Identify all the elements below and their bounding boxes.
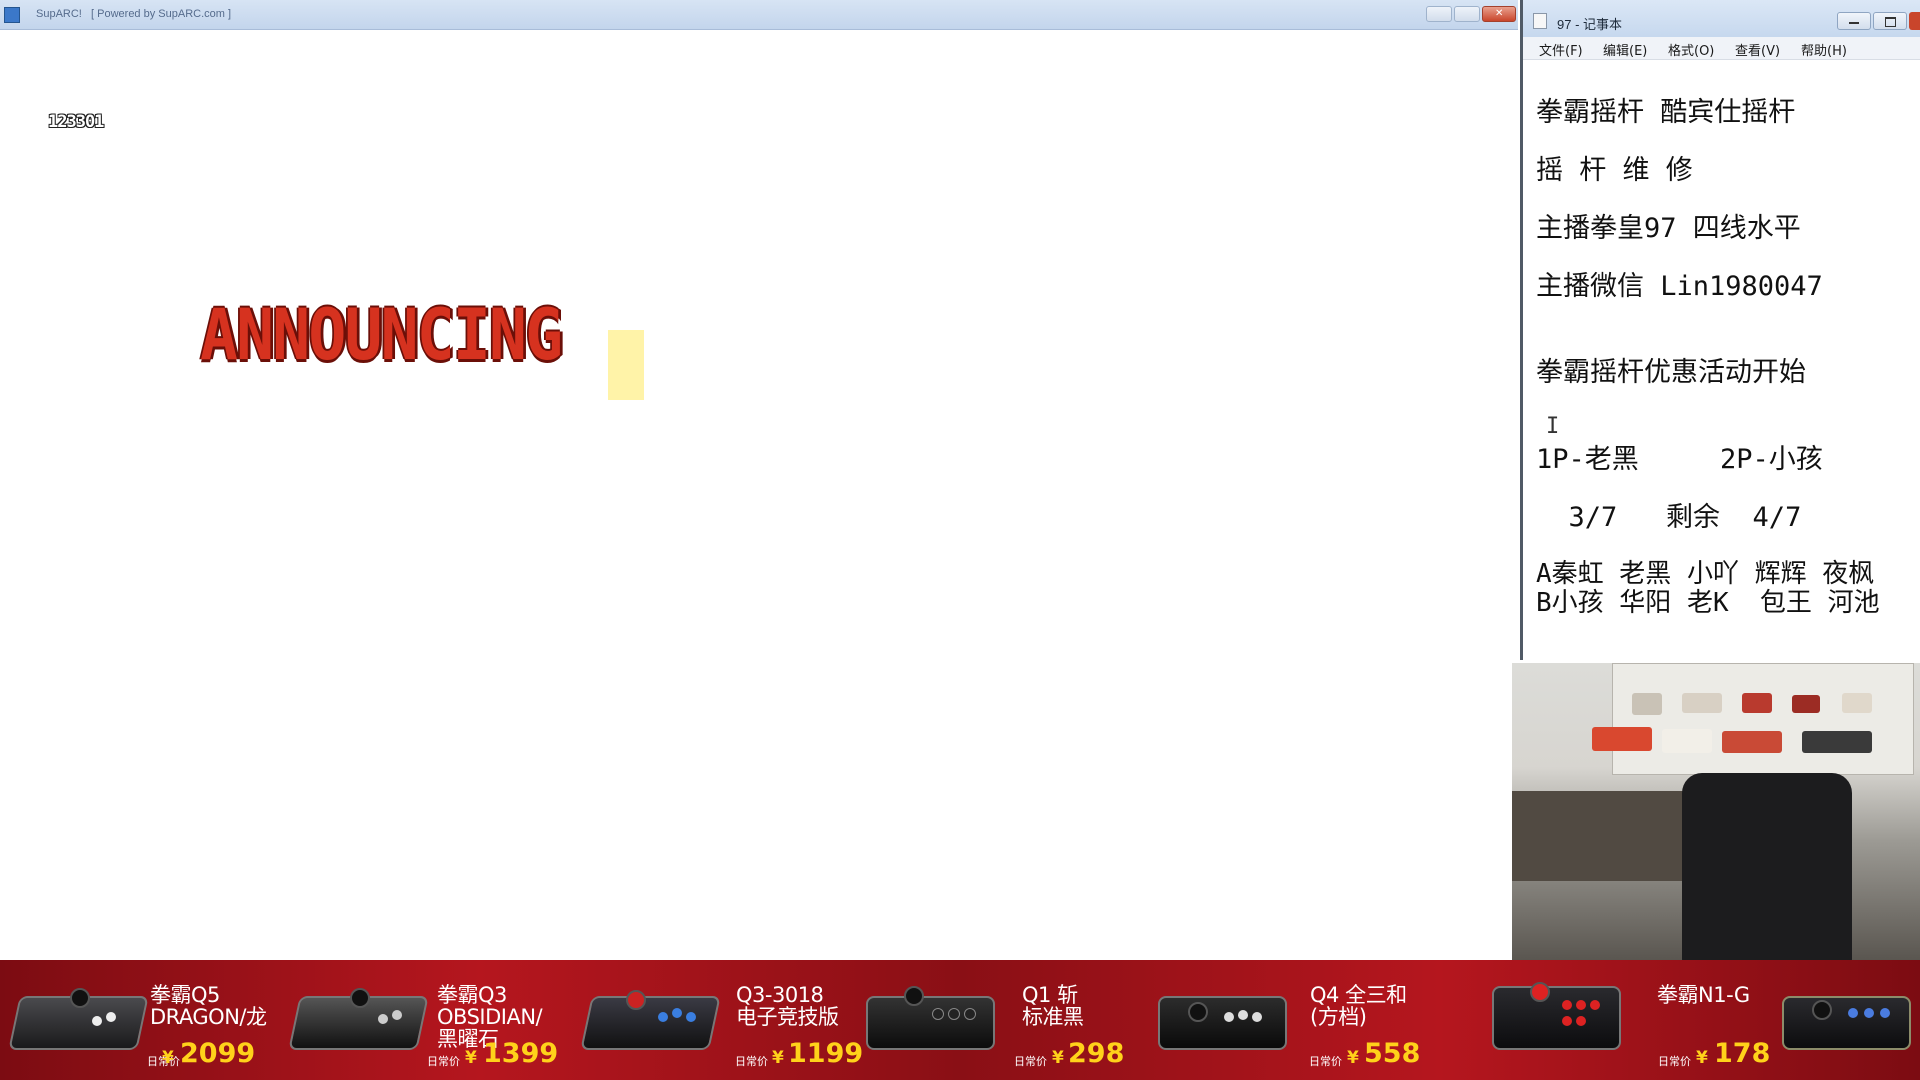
maximize-button[interactable]	[1454, 6, 1480, 22]
product-name: Q3-3018 电子竞技版	[736, 983, 839, 1029]
text-line: 摇 杆 维 修	[1536, 155, 1693, 186]
app-icon	[4, 7, 20, 23]
ibeam-cursor-icon: I	[1546, 414, 1560, 439]
text-line: 拳霸摇杆 酷宾仕摇杆	[1536, 97, 1796, 128]
notepad-menubar: 文件(F) 编辑(E) 格式(O) 查看(V) 帮助(H)	[1523, 37, 1920, 60]
text-line: 3/7 剩余 4/7	[1536, 502, 1802, 533]
currency-symbol: ¥	[772, 1048, 784, 1068]
notepad-icon	[1533, 13, 1547, 29]
shelf-item	[1742, 693, 1772, 713]
product-card[interactable]: Q3-3018 电子竞技版 日常价 ¥ 1199	[580, 960, 872, 1080]
product-name: Q1 斩 标准黑	[1022, 983, 1084, 1029]
notepad-text-area[interactable]: 拳霸摇杆 酷宾仕摇杆 摇 杆 维 修 主播拳皇97 四线水平 主播微信 Lin1…	[1536, 60, 1920, 618]
product-card[interactable]	[1782, 960, 1920, 1080]
currency-symbol: ¥	[162, 1048, 174, 1068]
hiscore-counter: 123301	[48, 112, 104, 132]
menu-format[interactable]: 格式(O)	[1668, 40, 1714, 59]
product-price: 558	[1364, 1038, 1421, 1069]
price-label: 日常价	[735, 1055, 768, 1068]
close-button[interactable]	[1482, 6, 1516, 22]
arcade-stick-image	[288, 982, 429, 1052]
product-card[interactable]: 拳霸N1-G 日常价 ¥ 178	[1482, 960, 1782, 1080]
text-line: 主播拳皇97 四线水平	[1536, 213, 1801, 244]
menu-help[interactable]: 帮助(H)	[1801, 40, 1847, 59]
price-label: 日常价	[1014, 1055, 1047, 1068]
emulator-titlebar[interactable]: SupARC! [ Powered by SupARC.com ]	[0, 0, 1518, 30]
menu-edit[interactable]: 编辑(E)	[1603, 40, 1647, 59]
text-line: B小孩 华阳 老K 包王 河池	[1536, 588, 1880, 618]
currency-symbol: ¥	[1347, 1048, 1359, 1068]
shelf-item	[1722, 731, 1782, 753]
announcing-text: ANNOUNCING	[200, 294, 563, 376]
product-name: 拳霸Q5 DRAGON/龙	[150, 983, 267, 1029]
product-card[interactable]: Q4 全三和 (方档) 日常价 ¥ 558	[1152, 960, 1472, 1080]
currency-symbol: ¥	[1696, 1048, 1708, 1068]
shelf	[1612, 663, 1914, 775]
arcade-stick-image	[8, 982, 149, 1052]
menu-view[interactable]: 查看(V)	[1735, 40, 1780, 59]
text-line: 拳霸摇杆优惠活动开始	[1536, 357, 1806, 388]
product-price: 178	[1714, 1038, 1771, 1069]
ad-banner: 拳霸Q5 DRAGON/龙 日常价 ¥ 2099 拳霸Q3 OBSIDIAN/ …	[0, 960, 1920, 1080]
minimize-button[interactable]	[1426, 6, 1452, 22]
shelf-item	[1632, 693, 1662, 715]
office-chair	[1682, 773, 1852, 960]
menu-file[interactable]: 文件(F)	[1539, 40, 1583, 59]
notepad-window: 97 - 记事本 文件(F) 编辑(E) 格式(O) 查看(V) 帮助(H) 拳…	[1520, 0, 1920, 660]
product-card[interactable]: 拳霸Q5 DRAGON/龙 日常价 ¥ 2099	[0, 960, 290, 1080]
product-name: 拳霸N1-G	[1657, 983, 1750, 1007]
text-line: 主播微信 Lin1980047	[1536, 271, 1823, 302]
shelf-item	[1592, 727, 1652, 751]
product-card[interactable]: 拳霸Q3 OBSIDIAN/ 黑曜石 日常价 ¥ 1399	[288, 960, 580, 1080]
game-screen[interactable]: 123301 ANNOUNCING	[0, 30, 1518, 960]
emulator-title: SupARC! [ Powered by SupARC.com ]	[36, 8, 232, 20]
price-label: 日常价	[427, 1055, 460, 1068]
shelf-item	[1842, 693, 1872, 713]
arcade-stick-image	[1158, 982, 1293, 1052]
notepad-maximize-button[interactable]	[1873, 12, 1907, 30]
product-price: 298	[1068, 1038, 1125, 1069]
product-name: Q4 全三和 (方档)	[1310, 983, 1407, 1029]
text-cursor-block	[608, 330, 644, 400]
shelf-item	[1802, 731, 1872, 753]
shelf-item	[1682, 693, 1722, 713]
emulator-window: SupARC! [ Powered by SupARC.com ] 123301…	[0, 0, 1518, 960]
price-label: 日常价	[1309, 1055, 1342, 1068]
currency-symbol: ¥	[465, 1048, 477, 1068]
webcam-feed	[1512, 663, 1920, 960]
notepad-titlebar[interactable]: 97 - 记事本	[1523, 0, 1920, 37]
arcade-stick-image	[866, 982, 1001, 1052]
notepad-minimize-button[interactable]	[1837, 12, 1871, 30]
text-line: 1P-老黑 2P-小孩	[1536, 444, 1823, 475]
arcade-stick-image	[1492, 982, 1627, 1052]
notepad-close-button[interactable]	[1909, 12, 1920, 30]
shelf-item	[1662, 729, 1712, 753]
product-card[interactable]: Q1 斩 标准黑 日常价 ¥ 298	[862, 960, 1152, 1080]
product-price: 1399	[483, 1038, 559, 1069]
product-price: 1199	[788, 1038, 864, 1069]
product-price: 2099	[180, 1038, 256, 1069]
shelf-item	[1792, 695, 1820, 713]
arcade-stick-image	[580, 982, 721, 1052]
price-label: 日常价	[1658, 1055, 1691, 1068]
arcade-stick-image	[1782, 982, 1917, 1052]
currency-symbol: ¥	[1052, 1048, 1064, 1068]
notepad-title: 97 - 记事本	[1557, 17, 1623, 32]
